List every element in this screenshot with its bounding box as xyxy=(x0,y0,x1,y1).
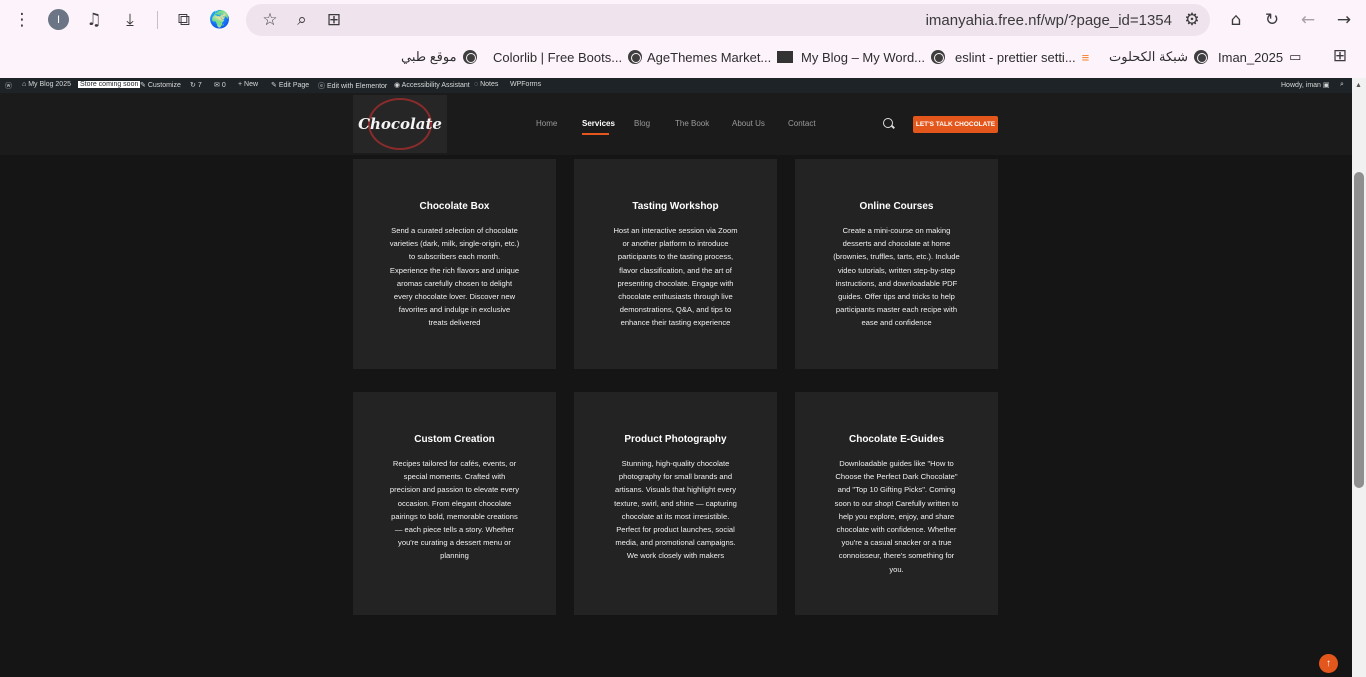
service-description: Downloadable guides like "How to Choose … xyxy=(834,459,959,574)
service-title: Chocolate E-Guides xyxy=(848,434,944,445)
logo-badge: Chocolate xyxy=(358,98,442,150)
admin-wpforms[interactable]: WPForms xyxy=(510,81,541,88)
back-icon[interactable]: ← xyxy=(1296,8,1320,32)
reload-icon[interactable]: ↻ xyxy=(1260,8,1284,32)
scroll-up-icon[interactable]: ▲ xyxy=(1355,82,1362,89)
nav-home[interactable]: Home xyxy=(536,119,557,128)
extensions-icon[interactable]: ⧉ xyxy=(172,8,196,32)
toolbar-divider xyxy=(157,11,158,29)
service-description: Host an interactive session via Zoom or … xyxy=(613,226,738,328)
admin-edit-page[interactable]: ✎ Edit Page xyxy=(271,81,309,89)
back-to-top-button[interactable]: ↑ xyxy=(1319,654,1338,673)
service-title: Custom Creation xyxy=(414,434,495,445)
bookmark-item[interactable]: موقع طبي xyxy=(401,48,477,66)
browser-toolbar: ⋮ I ♫ ⤓ ⧉ 🌍 ☆ ⌕ ⊞ imanyahia.free.nf/wp/?… xyxy=(0,0,1366,40)
media-playlist-icon[interactable]: ♫ xyxy=(82,8,106,32)
service-description: Stunning, high-quality chocolate photogr… xyxy=(614,459,737,561)
admin-accessibility[interactable]: ◉ Accessibility Assistant xyxy=(394,81,470,89)
service-card: Product Photography Stunning, high-quali… xyxy=(574,392,777,615)
browser-chrome: ⋮ I ♫ ⤓ ⧉ 🌍 ☆ ⌕ ⊞ imanyahia.free.nf/wp/?… xyxy=(0,0,1366,78)
nav-blog[interactable]: Blog xyxy=(634,119,650,128)
translate-icon[interactable]: ⊞ xyxy=(322,8,346,32)
globe-icon xyxy=(1193,50,1208,64)
scrollbar-thumb[interactable] xyxy=(1354,172,1364,488)
service-title: Chocolate Box xyxy=(419,201,490,212)
site-header: Chocolate Home Services Blog The Book Ab… xyxy=(0,93,1352,155)
nav-active-indicator xyxy=(582,133,609,135)
admin-customize[interactable]: ✎ Customize xyxy=(140,81,181,89)
service-description: Recipes tailored for cafés, events, or s… xyxy=(389,459,520,561)
bookmark-item[interactable]: eslint - prettier setti... ≡ xyxy=(955,48,1089,66)
agethemes-favicon-icon xyxy=(777,51,794,63)
extension-globe-icon[interactable]: 🌍 xyxy=(208,8,232,32)
bookmark-item[interactable]: My Blog – My Word... xyxy=(801,48,946,66)
admin-elementor[interactable]: ⓔ Edit with Elementor xyxy=(318,81,387,91)
globe-icon xyxy=(462,50,477,64)
profile-avatar[interactable]: I xyxy=(48,9,69,30)
service-title: Tasting Workshop xyxy=(632,201,719,212)
admin-search-icon[interactable]: ⌕ xyxy=(1340,81,1344,89)
bookmark-item[interactable]: Colorlib | Free Boots... xyxy=(493,48,643,66)
globe-icon xyxy=(628,50,643,64)
service-card: Custom Creation Recipes tailored for caf… xyxy=(353,392,556,615)
service-card: Chocolate E-Guides Downloadable guides l… xyxy=(795,392,998,615)
bookmark-item[interactable]: شبكة الكحلوت xyxy=(1109,48,1208,66)
service-title: Product Photography xyxy=(624,434,727,445)
zoom-icon[interactable]: ⌕ xyxy=(290,8,314,32)
service-card: Online Courses Create a mini-course on m… xyxy=(795,159,998,369)
site-settings-icon[interactable]: ⚙ xyxy=(1180,8,1204,32)
url-text[interactable]: imanyahia.free.nf/wp/?page_id=1354 xyxy=(926,12,1172,29)
admin-howdy[interactable]: Howdy, iman ▣ xyxy=(1281,81,1330,89)
nav-the-book[interactable]: The Book xyxy=(675,119,709,128)
admin-updates[interactable]: ↻ 7 xyxy=(190,81,202,89)
admin-notes[interactable]: ◌ Notes xyxy=(474,81,498,88)
nav-contact[interactable]: Contact xyxy=(788,119,816,128)
wordpress-logo-icon[interactable]: ⓦ xyxy=(5,81,12,91)
menu-kebab-icon[interactable]: ⋮ xyxy=(10,8,34,32)
site-logo[interactable]: Chocolate xyxy=(353,95,447,153)
service-title: Online Courses xyxy=(859,201,934,212)
download-icon[interactable]: ⤓ xyxy=(118,8,142,32)
search-icon[interactable] xyxy=(883,118,893,128)
store-status-badge: Store coming soon xyxy=(78,81,141,88)
nav-services[interactable]: Services xyxy=(582,119,615,128)
wp-admin-bar: ⓦ ⌂ My Blog 2025 Store coming soon ✎ Cus… xyxy=(0,78,1366,93)
admin-new[interactable]: + New xyxy=(238,81,258,88)
stackoverflow-icon: ≡ xyxy=(1081,49,1090,65)
admin-comments[interactable]: ✉ 0 xyxy=(214,81,226,89)
arrow-up-icon: ↑ xyxy=(1326,658,1331,669)
home-icon[interactable]: ⌂ xyxy=(1224,8,1248,32)
service-description: Create a mini-course on making desserts … xyxy=(833,226,960,328)
service-description: Send a curated selection of chocolate va… xyxy=(389,226,520,328)
nav-about-us[interactable]: About Us xyxy=(732,119,765,128)
bookmark-star-icon[interactable]: ☆ xyxy=(258,8,282,32)
folder-icon: ▭ xyxy=(1289,49,1302,64)
globe-icon xyxy=(931,50,946,64)
bookmark-item[interactable]: AgeThemes Market... xyxy=(647,48,794,66)
service-card: Chocolate Box Send a curated selection o… xyxy=(353,159,556,369)
forward-icon[interactable]: → xyxy=(1332,8,1356,32)
cta-button[interactable]: LET'S TALK CHOCOLATE xyxy=(913,116,998,133)
admin-site-name[interactable]: ⌂ My Blog 2025 xyxy=(22,81,71,88)
address-bar[interactable]: ☆ ⌕ ⊞ imanyahia.free.nf/wp/?page_id=1354… xyxy=(246,4,1210,36)
bookmarks-bar: موقع طبي Colorlib | Free Boots... AgeThe… xyxy=(0,44,1366,70)
bookmark-folder[interactable]: Iman_2025 ▭ xyxy=(1218,48,1301,66)
service-card: Tasting Workshop Host an interactive ses… xyxy=(574,159,777,369)
apps-grid-icon[interactable]: ⊞ xyxy=(1328,44,1352,68)
logo-text: Chocolate xyxy=(358,115,442,133)
page-scrollbar[interactable]: ▲ xyxy=(1352,78,1366,677)
